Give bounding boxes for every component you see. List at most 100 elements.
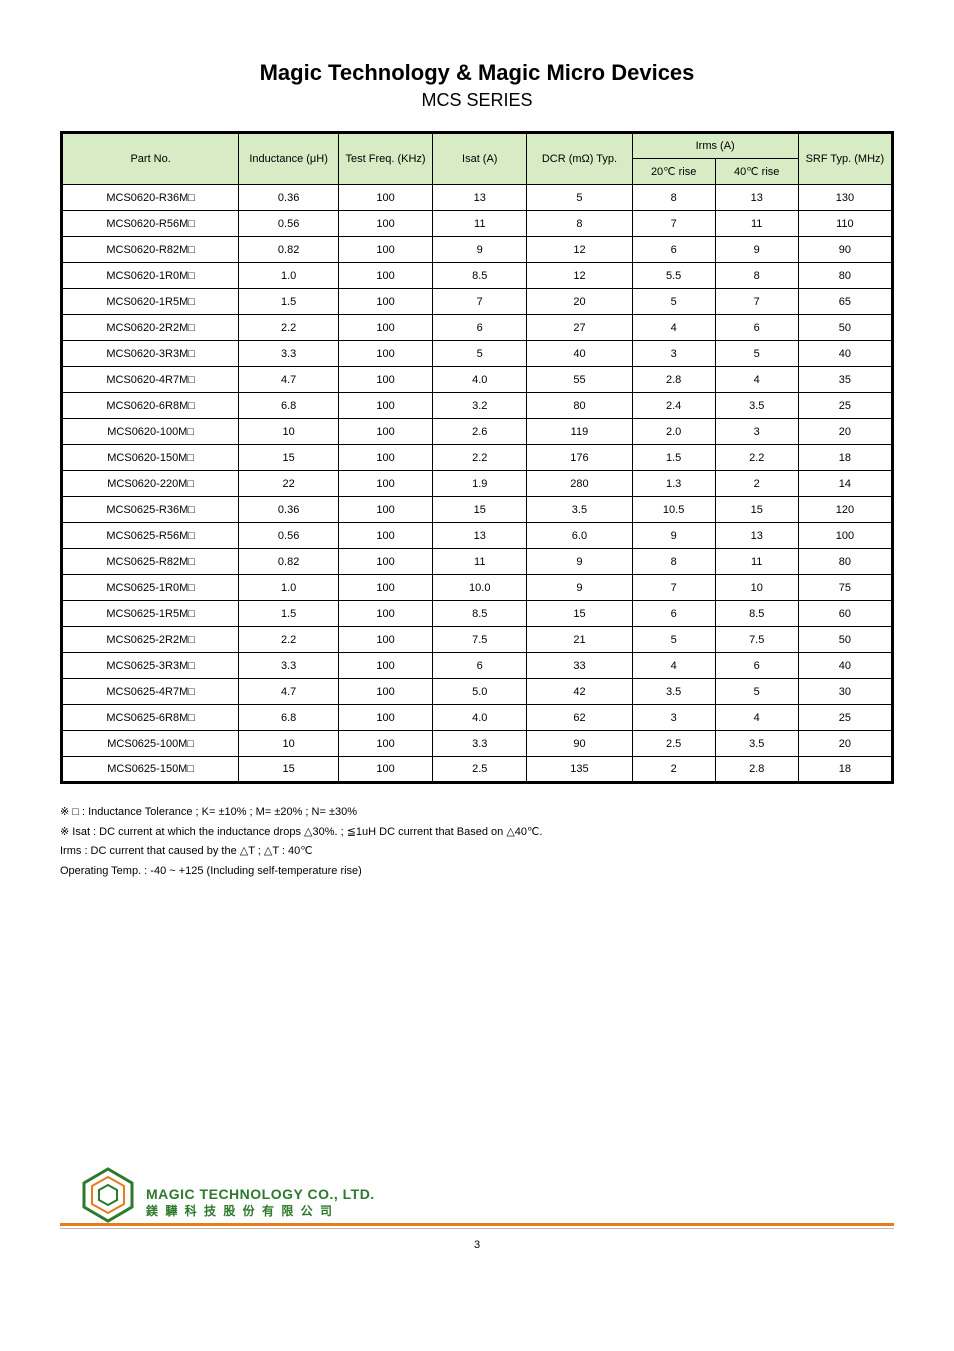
cell-srf: 75: [798, 575, 892, 601]
cell-ind: 10: [239, 419, 339, 445]
cell-i40: 7: [715, 289, 798, 315]
cell-i40: 4: [715, 367, 798, 393]
th-ind: Inductance (μH): [239, 133, 339, 185]
cell-srf: 18: [798, 757, 892, 783]
cell-dcr: 12: [527, 237, 632, 263]
cell-part: MCS0625-4R7M□: [62, 679, 239, 705]
table-row: MCS0625-3R3M□3.31006334640: [62, 653, 893, 679]
cell-srf: 25: [798, 393, 892, 419]
cell-i20: 7: [632, 575, 715, 601]
cell-ind: 15: [239, 757, 339, 783]
table-row: MCS0620-2R2M□2.21006274650: [62, 315, 893, 341]
cell-ind: 22: [239, 471, 339, 497]
notes-block: ※ □ : Inductance Tolerance ; K= ±10% ; M…: [60, 804, 894, 880]
cell-part: MCS0620-1R5M□: [62, 289, 239, 315]
cell-dcr: 6.0: [527, 523, 632, 549]
cell-part: MCS0620-R82M□: [62, 237, 239, 263]
cell-i40: 15: [715, 497, 798, 523]
cell-ind: 10: [239, 731, 339, 757]
cell-ind: 6.8: [239, 705, 339, 731]
cell-i40: 5: [715, 341, 798, 367]
table-row: MCS0625-R56M□0.56100136.0913100: [62, 523, 893, 549]
cell-srf: 50: [798, 627, 892, 653]
cell-i40: 9: [715, 237, 798, 263]
th-irms-group: Irms (A): [632, 133, 798, 159]
table-row: MCS0620-R82M□0.821009126990: [62, 237, 893, 263]
cell-ind: 0.36: [239, 497, 339, 523]
table-row: MCS0625-6R8M□6.81004.0623425: [62, 705, 893, 731]
cell-isat: 15: [433, 497, 527, 523]
cell-dcr: 33: [527, 653, 632, 679]
cell-dcr: 280: [527, 471, 632, 497]
cell-freq: 100: [338, 497, 432, 523]
cell-i20: 10.5: [632, 497, 715, 523]
cell-srf: 18: [798, 445, 892, 471]
cell-srf: 20: [798, 731, 892, 757]
cell-i20: 9: [632, 523, 715, 549]
table-row: MCS0620-3R3M□3.31005403540: [62, 341, 893, 367]
cell-isat: 11: [433, 549, 527, 575]
cell-freq: 100: [338, 419, 432, 445]
cell-srf: 110: [798, 211, 892, 237]
cell-isat: 4.0: [433, 367, 527, 393]
cell-i40: 2.8: [715, 757, 798, 783]
cell-i20: 2.8: [632, 367, 715, 393]
cell-i20: 6: [632, 601, 715, 627]
cell-freq: 100: [338, 211, 432, 237]
cell-part: MCS0625-1R0M□: [62, 575, 239, 601]
series-title: MCS SERIES: [60, 90, 894, 111]
cell-freq: 100: [338, 263, 432, 289]
cell-freq: 100: [338, 367, 432, 393]
cell-part: MCS0620-100M□: [62, 419, 239, 445]
table-row: MCS0625-R82M□0.8210011981180: [62, 549, 893, 575]
cell-ind: 6.8: [239, 393, 339, 419]
cell-part: MCS0620-6R8M□: [62, 393, 239, 419]
cell-dcr: 21: [527, 627, 632, 653]
cell-i40: 10: [715, 575, 798, 601]
cell-isat: 3.2: [433, 393, 527, 419]
cell-dcr: 135: [527, 757, 632, 783]
cell-i20: 3: [632, 341, 715, 367]
company-name-en: MAGIC TECHNOLOGY CO., LTD.: [146, 1186, 894, 1202]
table-row: MCS0620-150M□151002.21761.52.218: [62, 445, 893, 471]
cell-part: MCS0625-1R5M□: [62, 601, 239, 627]
cell-dcr: 20: [527, 289, 632, 315]
cell-isat: 2.2: [433, 445, 527, 471]
cell-srf: 60: [798, 601, 892, 627]
cell-dcr: 8: [527, 211, 632, 237]
table-row: MCS0625-1R0M□1.010010.0971075: [62, 575, 893, 601]
cell-dcr: 80: [527, 393, 632, 419]
table-row: MCS0625-100M□101003.3902.53.520: [62, 731, 893, 757]
cell-freq: 100: [338, 185, 432, 211]
cell-part: MCS0625-6R8M□: [62, 705, 239, 731]
cell-i40: 13: [715, 523, 798, 549]
cell-i40: 11: [715, 549, 798, 575]
cell-srf: 80: [798, 263, 892, 289]
th-irms20: 20℃ rise: [632, 159, 715, 185]
cell-ind: 1.0: [239, 263, 339, 289]
cell-isat: 5: [433, 341, 527, 367]
cell-i40: 5: [715, 679, 798, 705]
table-row: MCS0620-1R5M□1.51007205765: [62, 289, 893, 315]
table-row: MCS0620-100M□101002.61192.0320: [62, 419, 893, 445]
company-logo-icon: [80, 1167, 136, 1223]
cell-i20: 2.4: [632, 393, 715, 419]
table-row: MCS0625-4R7M□4.71005.0423.5530: [62, 679, 893, 705]
cell-ind: 0.82: [239, 237, 339, 263]
cell-ind: 0.36: [239, 185, 339, 211]
cell-i20: 7: [632, 211, 715, 237]
cell-ind: 0.56: [239, 523, 339, 549]
cell-isat: 3.3: [433, 731, 527, 757]
cell-srf: 14: [798, 471, 892, 497]
cell-i20: 8: [632, 185, 715, 211]
page-footer: MAGIC TECHNOLOGY CO., LTD. 鎂 驊 科 技 股 份 有…: [0, 1167, 954, 1251]
cell-part: MCS0625-R56M□: [62, 523, 239, 549]
cell-i20: 8: [632, 549, 715, 575]
cell-i20: 4: [632, 653, 715, 679]
cell-freq: 100: [338, 757, 432, 783]
cell-ind: 2.2: [239, 315, 339, 341]
cell-ind: 4.7: [239, 679, 339, 705]
cell-srf: 35: [798, 367, 892, 393]
cell-isat: 1.9: [433, 471, 527, 497]
cell-srf: 90: [798, 237, 892, 263]
